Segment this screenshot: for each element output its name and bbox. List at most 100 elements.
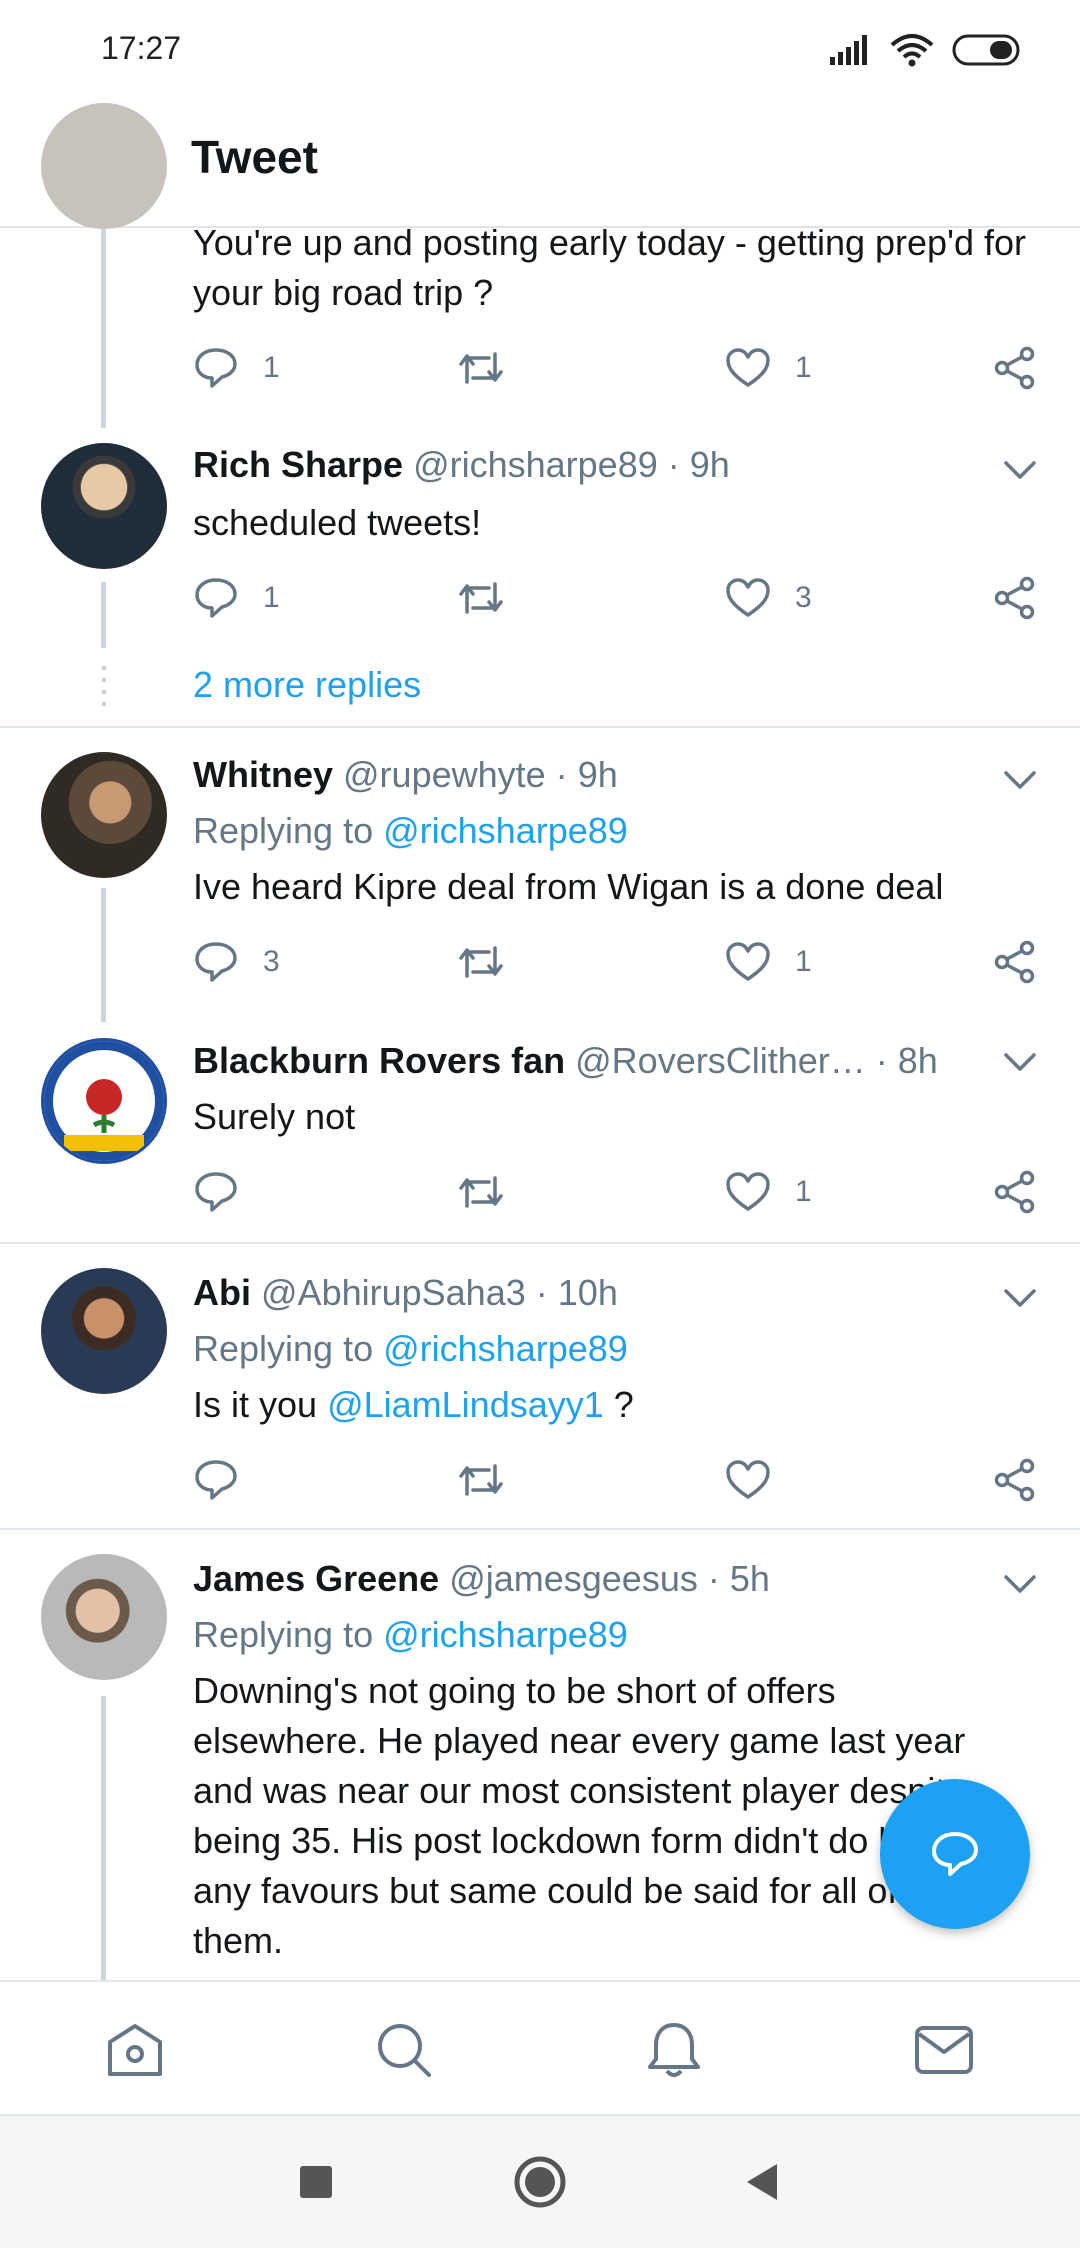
username[interactable]: @RoversClither… bbox=[575, 1040, 866, 1081]
tweet-text: Is it you @LiamLindsayy1 ? bbox=[193, 1380, 1033, 1430]
chevron-down-icon[interactable] bbox=[998, 448, 1042, 492]
display-name[interactable]: Rich Sharpe bbox=[193, 444, 403, 485]
chevron-down-icon[interactable] bbox=[998, 758, 1042, 802]
heart-icon bbox=[726, 942, 770, 981]
mention-link[interactable]: @richsharpe89 bbox=[383, 1614, 628, 1655]
retweet-button[interactable] bbox=[455, 1450, 507, 1510]
compose-reply-icon bbox=[932, 1832, 978, 1876]
username[interactable]: @rupewhyte bbox=[343, 754, 546, 795]
timestamp: 10h bbox=[557, 1272, 618, 1313]
display-name[interactable]: Blackburn Rovers fan bbox=[193, 1040, 565, 1081]
share-button[interactable] bbox=[993, 1450, 1037, 1510]
username[interactable]: @jamesgeesus bbox=[449, 1558, 698, 1599]
avatar[interactable] bbox=[41, 1038, 167, 1164]
heart-icon bbox=[726, 1172, 770, 1211]
divider bbox=[0, 1242, 1080, 1244]
chevron-down-icon[interactable] bbox=[998, 1276, 1042, 1320]
speech-bubble-icon bbox=[195, 942, 237, 982]
username[interactable]: @AbhirupSaha3 bbox=[261, 1272, 526, 1313]
thread-line bbox=[101, 582, 106, 648]
timestamp: 8h bbox=[897, 1040, 938, 1081]
speech-bubble-icon bbox=[195, 1172, 237, 1212]
like-button[interactable]: 3 bbox=[725, 568, 812, 628]
separator-dot: · bbox=[555, 754, 568, 795]
more-replies-link[interactable]: 2 more replies bbox=[193, 664, 421, 706]
chevron-down-icon[interactable] bbox=[998, 1040, 1042, 1084]
tweet-header: Rich Sharpe @richsharpe89 · 9h bbox=[193, 444, 730, 486]
like-button[interactable]: 1 bbox=[725, 338, 812, 398]
bell-icon bbox=[648, 2023, 700, 2077]
display-name[interactable]: Abi bbox=[193, 1272, 251, 1313]
avatar[interactable] bbox=[41, 103, 167, 229]
more-replies-dots bbox=[101, 665, 107, 707]
retweet-button[interactable] bbox=[455, 932, 507, 992]
signal-icon bbox=[830, 35, 867, 65]
status-bar: 17:27 bbox=[0, 0, 1080, 96]
display-name[interactable]: James Greene bbox=[193, 1558, 439, 1599]
thread-line bbox=[101, 888, 106, 1022]
tweet-header: James Greene @jamesgeesus · 5h bbox=[193, 1558, 770, 1600]
mention-link[interactable]: @LiamLindsayy1 bbox=[327, 1384, 604, 1425]
tweet-header: Abi @AbhirupSaha3 · 10h bbox=[193, 1272, 618, 1314]
retweet-button[interactable] bbox=[455, 568, 507, 628]
home-system-button[interactable] bbox=[510, 2152, 570, 2212]
retweet-icon bbox=[459, 582, 503, 614]
divider bbox=[0, 1528, 1080, 1530]
tweet-text: Surely not bbox=[193, 1096, 356, 1137]
share-icon bbox=[994, 1458, 1035, 1502]
tweet-actions: 1 1 bbox=[193, 338, 1043, 398]
nav-notifications[interactable] bbox=[634, 2010, 714, 2090]
separator-dot: · bbox=[875, 1040, 888, 1081]
heart-icon bbox=[726, 578, 770, 617]
mention-link[interactable]: @richsharpe89 bbox=[383, 810, 628, 851]
tweet-text-line: them. bbox=[193, 1920, 284, 1961]
back-system-button[interactable] bbox=[732, 2152, 792, 2212]
reply-button[interactable]: 1 bbox=[193, 338, 280, 398]
nav-home[interactable] bbox=[95, 2010, 175, 2090]
avatar[interactable] bbox=[41, 1268, 167, 1394]
like-button[interactable]: 1 bbox=[725, 932, 812, 992]
replying-to-label: Replying to bbox=[193, 810, 374, 851]
speech-bubble-icon bbox=[195, 348, 237, 388]
avatar[interactable] bbox=[41, 1554, 167, 1680]
share-button[interactable] bbox=[993, 932, 1037, 992]
share-icon bbox=[994, 576, 1035, 620]
tweet-text: Ive heard Kipre deal from Wigan is a don… bbox=[193, 866, 944, 907]
share-button[interactable] bbox=[993, 338, 1037, 398]
nav-messages[interactable] bbox=[904, 2010, 984, 2090]
retweet-icon bbox=[459, 946, 503, 978]
share-button[interactable] bbox=[993, 568, 1037, 628]
heart-icon bbox=[726, 1460, 770, 1499]
retweet-button[interactable] bbox=[455, 1162, 507, 1222]
status-icons bbox=[828, 30, 1022, 70]
display-name[interactable]: Whitney bbox=[193, 754, 333, 795]
reply-button[interactable]: 1 bbox=[193, 568, 280, 628]
tweet-header: Whitney @rupewhyte · 9h bbox=[193, 754, 618, 796]
separator-dot: · bbox=[707, 1558, 720, 1599]
like-count: 3 bbox=[795, 581, 812, 614]
mention-link[interactable]: @richsharpe89 bbox=[383, 1328, 628, 1369]
retweet-icon bbox=[459, 1176, 503, 1208]
avatar[interactable] bbox=[41, 443, 167, 569]
reply-count: 3 bbox=[263, 945, 280, 978]
share-button[interactable] bbox=[993, 1162, 1037, 1222]
compose-reply-button[interactable] bbox=[880, 1779, 1030, 1929]
nav-search[interactable] bbox=[364, 2010, 444, 2090]
reply-count: 1 bbox=[263, 581, 280, 614]
reply-button[interactable] bbox=[193, 1162, 239, 1222]
heart-icon bbox=[726, 348, 770, 387]
avatar[interactable] bbox=[41, 752, 167, 878]
like-button[interactable]: 1 bbox=[725, 1162, 812, 1222]
chevron-down-icon[interactable] bbox=[998, 1562, 1042, 1606]
like-button[interactable] bbox=[725, 1450, 771, 1510]
retweet-icon bbox=[459, 352, 503, 384]
status-time: 17:27 bbox=[101, 30, 182, 66]
recent-apps-button[interactable] bbox=[286, 2152, 346, 2212]
tweet-text-part: Is it you bbox=[193, 1384, 318, 1425]
username[interactable]: @richsharpe89 bbox=[413, 444, 658, 485]
reply-button[interactable] bbox=[193, 1450, 239, 1510]
retweet-button[interactable] bbox=[455, 338, 507, 398]
timestamp: 9h bbox=[689, 444, 730, 485]
reply-button[interactable]: 3 bbox=[193, 932, 280, 992]
replying-to: Replying to @richsharpe89 bbox=[193, 810, 628, 852]
